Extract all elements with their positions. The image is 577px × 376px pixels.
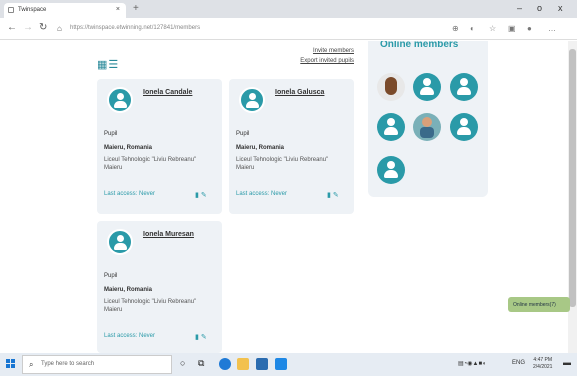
delete-icon[interactable]: ▮ — [195, 334, 199, 341]
member-name-link[interactable]: Ionela Muresan — [143, 231, 194, 238]
profile-icon[interactable]: ● — [527, 24, 532, 33]
close-window-button[interactable]: x — [558, 3, 563, 13]
member-card: Ionela Muresan Pupil Maieru, Romania Lic… — [97, 221, 222, 353]
online-member-avatar[interactable] — [413, 113, 441, 141]
tab-close-icon[interactable]: × — [116, 6, 120, 13]
online-member-avatar[interactable] — [377, 156, 405, 184]
member-location: Maieru, Romania — [104, 145, 153, 151]
store-icon[interactable] — [256, 358, 268, 370]
language-indicator[interactable]: ENG — [512, 360, 525, 366]
edge-icon[interactable] — [219, 358, 231, 370]
delete-icon[interactable]: ▮ — [195, 192, 199, 199]
extension-icon[interactable]: ◐ — [470, 24, 475, 33]
scrollbar-thumb[interactable] — [569, 49, 576, 307]
tab-favicon-icon — [8, 7, 14, 13]
member-links: Invite members Export invited pupils — [286, 46, 354, 66]
view-toggle[interactable]: ▦☰ — [97, 58, 119, 71]
member-school: Liceul Tehnologic "Liviu Rebreanu" Maier… — [236, 157, 329, 171]
page-content: ▦☰ Invite members Export invited pupils … — [0, 41, 577, 353]
online-member-avatar[interactable] — [450, 73, 478, 101]
last-access: Last access: Never — [236, 191, 288, 197]
member-location: Maieru, Romania — [104, 287, 153, 293]
search-placeholder: Type here to search — [41, 361, 95, 367]
invite-members-link[interactable]: Invite members — [286, 46, 354, 56]
member-school: Liceul Tehnologic "Liviu Rebreanu" Maier… — [104, 157, 197, 171]
tray-icons[interactable]: ▤◔◉▲■◖ — [458, 360, 486, 367]
member-location: Maieru, Romania — [236, 145, 285, 151]
maximize-button[interactable]: o — [537, 3, 542, 13]
member-actions: ▮ ✎ — [195, 333, 207, 341]
file-explorer-icon[interactable] — [237, 358, 249, 370]
online-members-tab[interactable]: Online members(7) — [508, 297, 570, 312]
collections-icon[interactable]: ▣ — [508, 24, 516, 33]
forward-icon[interactable]: → — [23, 22, 33, 33]
browser-tab[interactable]: Twinspace × — [4, 3, 126, 18]
address-bar: ← → ↻ ⌂ https://twinspace.etwinning.net/… — [0, 18, 577, 40]
tab-title: Twinspace — [18, 7, 47, 13]
taskbar-search-input[interactable]: ⌕ Type here to search — [22, 355, 172, 374]
avatar — [239, 87, 265, 113]
online-members-title: Online members — [380, 41, 459, 50]
online-member-avatar[interactable] — [377, 73, 405, 101]
member-actions: ▮ ✎ — [327, 191, 339, 199]
task-view-icon[interactable]: ⧉ — [198, 358, 210, 370]
clock-date: 2/4/2021 — [533, 364, 553, 370]
list-view-icon[interactable]: ☰ — [108, 59, 119, 71]
notification-icon[interactable]: ▬ — [563, 358, 571, 367]
lock-icon: ⌂ — [57, 24, 62, 33]
url-field[interactable]: https://twinspace.etwinning.net/127841/m… — [70, 22, 470, 36]
cortana-icon[interactable]: ○ — [180, 358, 192, 370]
member-role: Pupil — [104, 131, 118, 137]
search-icon: ⌕ — [29, 360, 34, 369]
new-tab-button[interactable]: + — [133, 3, 139, 14]
minimize-button[interactable]: – — [517, 3, 522, 13]
edit-icon[interactable]: ✎ — [201, 334, 207, 341]
member-role: Pupil — [104, 273, 118, 279]
online-members-panel: Online members — [368, 41, 488, 197]
taskbar-clock[interactable]: 4:47 PM 2/4/2021 — [533, 357, 552, 371]
clock-time: 4:47 PM — [533, 357, 553, 363]
favorite-icon[interactable]: ☆ — [489, 24, 496, 33]
member-card: Ionela Candale Pupil Maieru, Romania Lic… — [97, 79, 222, 214]
online-member-avatar[interactable] — [413, 73, 441, 101]
last-access: Last access: Never — [104, 191, 156, 197]
avatar — [107, 229, 133, 255]
read-aloud-icon[interactable]: ⊕ — [452, 24, 459, 33]
online-member-avatar[interactable] — [450, 113, 478, 141]
member-name-link[interactable]: Ionela Galusca — [275, 89, 324, 96]
last-access: Last access: Never — [104, 333, 156, 339]
windows-start-icon[interactable] — [6, 359, 16, 369]
app-icon[interactable] — [275, 358, 287, 370]
taskbar: ⌕ Type here to search ○ ⧉ ▤◔◉▲■◖ ENG 4:4… — [0, 353, 577, 376]
online-member-avatar[interactable] — [377, 113, 405, 141]
back-icon[interactable]: ← — [7, 22, 17, 33]
export-invited-link[interactable]: Export invited pupils — [286, 56, 354, 66]
refresh-icon[interactable]: ↻ — [39, 22, 47, 33]
browser-titlebar: Twinspace × + – o x — [0, 0, 577, 18]
grid-view-icon[interactable]: ▦ — [97, 59, 108, 71]
member-role: Pupil — [236, 131, 250, 137]
edit-icon[interactable]: ✎ — [333, 192, 339, 199]
member-name-link[interactable]: Ionela Candale — [143, 89, 192, 96]
member-card: Ionela Galusca Pupil Maieru, Romania Lic… — [229, 79, 354, 214]
member-actions: ▮ ✎ — [195, 191, 207, 199]
member-school: Liceul Tehnologic "Liviu Rebreanu" Maier… — [104, 299, 197, 313]
delete-icon[interactable]: ▮ — [327, 192, 331, 199]
edit-icon[interactable]: ✎ — [201, 192, 207, 199]
more-menu-icon[interactable]: … — [548, 24, 556, 33]
avatar — [107, 87, 133, 113]
